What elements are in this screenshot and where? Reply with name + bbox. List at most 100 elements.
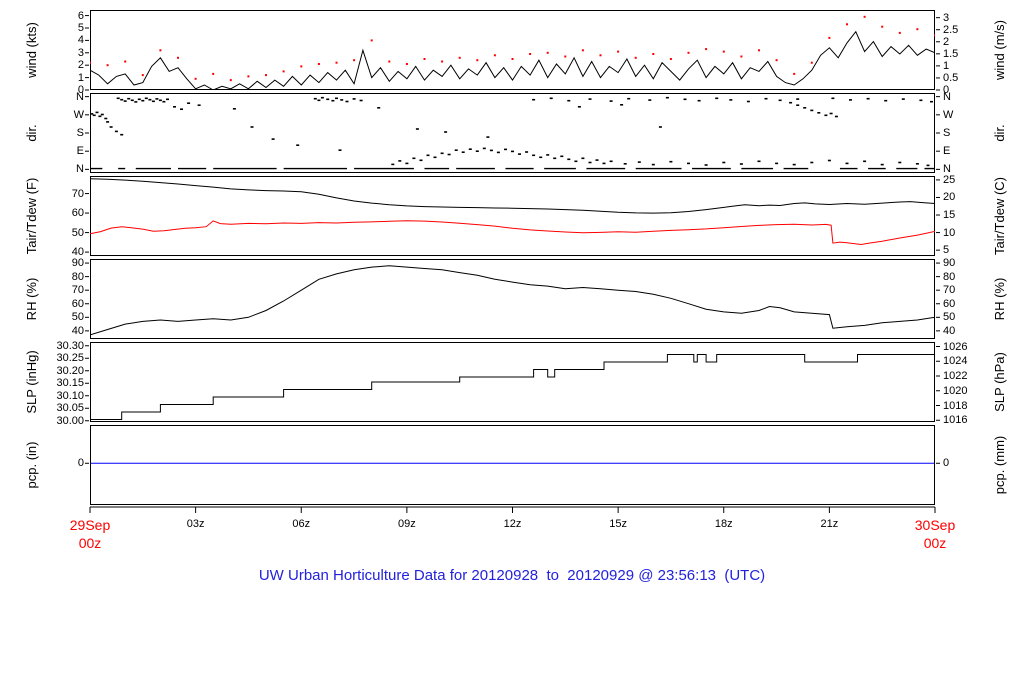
dir-point	[120, 98, 124, 101]
dir-point	[810, 161, 814, 164]
dir-point	[426, 154, 430, 157]
dir-point	[130, 99, 134, 102]
rh-tick-right: 80	[943, 270, 956, 283]
dir-point	[518, 153, 521, 155]
dir-point	[486, 136, 490, 138]
slp-tick-right: 1018	[943, 399, 968, 412]
dir-point	[602, 162, 606, 165]
dir-point	[651, 163, 655, 166]
dir-point	[553, 157, 557, 160]
wind-peak-kts-point	[529, 53, 532, 55]
wind-peak-kts-point	[669, 58, 672, 60]
wind-peak-kts-point	[493, 54, 496, 57]
dir-point	[817, 112, 821, 114]
dir-point	[377, 107, 381, 109]
dir-point	[669, 160, 673, 163]
dir-point	[919, 99, 923, 102]
dir-point	[398, 160, 402, 162]
dir-point	[778, 99, 782, 102]
dir-tick-left: N	[76, 90, 84, 103]
dir-point	[588, 161, 592, 164]
dir-point	[271, 138, 275, 140]
dir-point	[433, 156, 437, 159]
wind-peak-kts-point	[476, 59, 479, 62]
wind-peak-kts-point	[617, 50, 620, 53]
dir-point	[391, 163, 395, 166]
wind-peak-kts-point	[934, 34, 935, 37]
dir-point	[114, 130, 118, 133]
slp-tick-right: 1022	[943, 370, 968, 382]
wind-peak-kts-point	[458, 56, 461, 59]
rh-tick-right: 60	[943, 297, 956, 310]
dir-point	[683, 98, 687, 101]
wind-peak-kts-point	[916, 28, 919, 31]
rh-tick-right: 50	[943, 311, 956, 324]
dir-tick-left: S	[76, 127, 84, 139]
wind-peak-kts-point	[810, 61, 813, 64]
tair-tick-right: 20	[943, 191, 956, 204]
dir-panel	[90, 93, 935, 173]
x-tick-label: 06z	[292, 518, 311, 530]
dir-tick-left: W	[73, 108, 84, 121]
wind-peak-kts-point	[124, 60, 127, 63]
dir-point	[104, 117, 108, 120]
dir-point	[331, 99, 335, 102]
dir-point	[415, 128, 419, 130]
wind-peak-kts-point	[898, 31, 901, 34]
dir-point	[824, 114, 828, 117]
wind-tick-right: 0.5	[943, 71, 959, 84]
wind-peak-kts-point	[282, 70, 285, 73]
dir-point	[232, 108, 236, 110]
dir-point	[729, 99, 733, 101]
wind-tick-left: 1	[77, 71, 84, 84]
dir-point	[109, 126, 113, 128]
rh-tick-left: 90	[71, 257, 84, 270]
wind-peak-kts-point	[775, 59, 778, 62]
wind-peak-kts-point	[229, 79, 232, 82]
dir-point	[158, 99, 162, 102]
wind-peak-kts-point	[335, 61, 338, 64]
dir-point	[658, 126, 662, 128]
wind-peak-kts-point	[740, 55, 743, 58]
dir-point	[525, 151, 529, 153]
dir-point	[489, 149, 493, 152]
wind-peak-kts-point	[388, 60, 391, 63]
dir-point	[320, 96, 324, 99]
tair-tick-right: 15	[943, 209, 956, 222]
wind-peak-kts-point	[846, 23, 848, 26]
wind-panel	[90, 10, 935, 90]
wind-tick-right: 2	[943, 35, 950, 48]
dir-point	[567, 99, 571, 102]
dir-point	[581, 157, 585, 160]
dir-point	[898, 161, 902, 164]
dir-point	[829, 112, 833, 115]
wind-peak-kts-point	[705, 48, 708, 51]
slp-tick-left: 30.15	[56, 377, 84, 390]
rh-tick-left: 70	[71, 284, 84, 297]
dir-point	[116, 97, 120, 100]
dir-point	[722, 161, 726, 164]
tair-tick-left: 60	[71, 207, 84, 220]
dir-point	[148, 98, 152, 101]
dir-point	[637, 161, 641, 163]
wind-tick-left: 6	[77, 9, 84, 22]
dir-point	[340, 99, 344, 101]
dir-point	[901, 98, 905, 100]
dir-point	[419, 159, 423, 162]
dir-point	[475, 150, 479, 152]
wind-peak-kts-point	[564, 55, 567, 58]
dir-point	[90, 113, 94, 115]
wind-peak-kts-point	[265, 74, 267, 77]
dir-point	[123, 100, 127, 102]
x-tick-label: 18z	[714, 518, 733, 530]
wind-peak-kts-point	[546, 51, 549, 54]
dir-point	[704, 164, 708, 166]
wind-peak-kts-point	[317, 63, 320, 65]
wind-peak-kts-point	[634, 56, 637, 59]
dir-tick-left: N	[76, 163, 84, 176]
rh-tick-right: 90	[943, 257, 956, 270]
dir-point	[137, 98, 141, 101]
wind-peak-kts-point	[370, 39, 373, 42]
wind-peak-kts-point	[511, 58, 514, 60]
dir-point	[120, 133, 124, 136]
